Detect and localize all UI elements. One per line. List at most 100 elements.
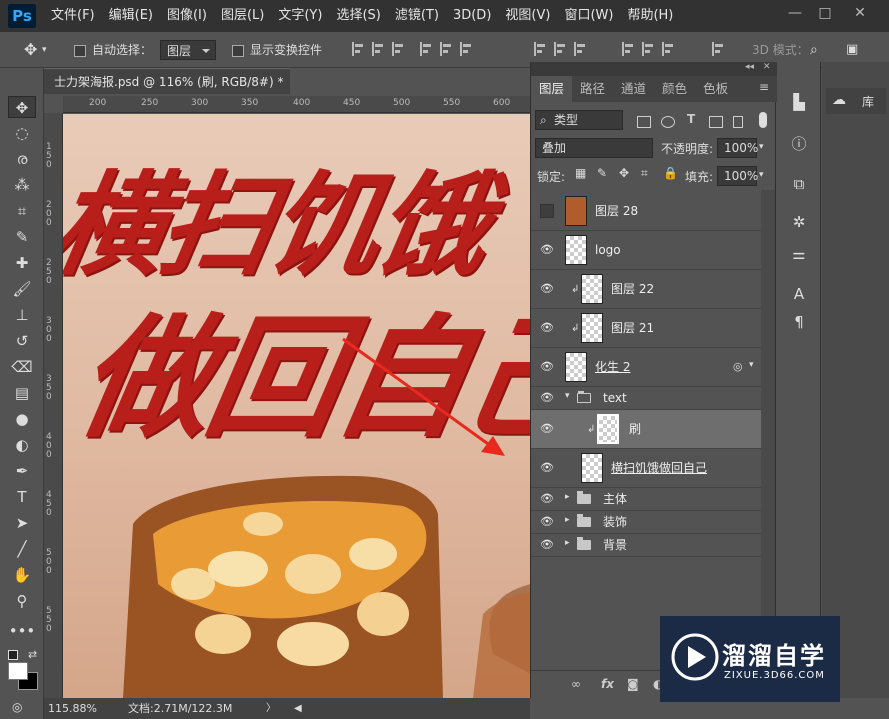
move-tool-icon[interactable]: ✥ (8, 96, 36, 118)
lock-pixels-icon[interactable]: ✎ (597, 166, 607, 180)
opacity-input[interactable]: 100% (717, 138, 758, 158)
default-colors-icon[interactable] (8, 650, 18, 660)
document-tab[interactable]: 士力架海报.psd @ 116% (刷, RGB/8#) * × (44, 68, 290, 115)
libraries-button[interactable]: ☁ 库 (826, 88, 886, 114)
zoom-level[interactable]: 115.88% (48, 698, 97, 719)
scroll-left-icon[interactable]: ◀ (294, 698, 302, 719)
expand-group-icon[interactable]: ▸ (565, 492, 570, 502)
tab-paths[interactable]: 路径 (572, 76, 613, 102)
maximize-button[interactable]: □ (810, 0, 840, 28)
workspace-icon[interactable]: ▣ (846, 40, 858, 60)
auto-align-icon[interactable] (712, 42, 724, 56)
align-bottom-icon[interactable] (392, 42, 404, 56)
lock-artboard-icon[interactable]: ⌗ (641, 166, 648, 181)
eye-icon[interactable]: 👁 (540, 391, 554, 405)
menu-image[interactable]: 图像(I) (160, 0, 214, 32)
layer-filter-dropdown[interactable]: ⌕ 类型 (535, 110, 623, 130)
add-mask-icon[interactable]: ◙ (627, 677, 639, 691)
paragraph-icon[interactable]: ¶ (789, 312, 809, 332)
panel-menu-icon[interactable]: ≡ (759, 80, 769, 94)
tab-color[interactable]: 颜色 (654, 76, 695, 102)
healing-tool-icon[interactable]: ✚ (8, 252, 36, 274)
menu-file[interactable]: 文件(F) (44, 0, 102, 32)
lock-all-icon[interactable]: 🔒 (663, 166, 678, 180)
align-vcenter-icon[interactable] (372, 42, 384, 56)
quick-mask-icon[interactable]: ◎ (12, 700, 22, 714)
eye-icon[interactable]: 👁 (540, 243, 554, 257)
collapse-group-icon[interactable]: ▾ (565, 391, 570, 401)
close-window-button[interactable]: ✕ (845, 0, 875, 28)
align-right-icon[interactable] (460, 42, 472, 56)
lock-position-icon[interactable]: ✥ (619, 166, 629, 180)
filter-shape-icon[interactable] (709, 116, 723, 128)
brushes-icon[interactable]: ✲ (789, 212, 809, 232)
layer-row-selected[interactable]: 👁 ↲ 刷 (531, 410, 761, 449)
crop-tool-icon[interactable]: ⌗ (8, 200, 36, 222)
align-top-icon[interactable] (352, 42, 364, 56)
zoom-tool-icon[interactable]: ⚲ (8, 590, 36, 612)
menu-view[interactable]: 视图(V) (498, 0, 557, 32)
eye-icon[interactable]: 👁 (540, 461, 554, 475)
layer-group-row[interactable]: 👁 ▸ 主体 (531, 488, 761, 511)
minimize-button[interactable]: — (780, 0, 810, 28)
adjustments-icon[interactable]: ⚌ (789, 244, 809, 264)
auto-select-dropdown[interactable]: 图层 (160, 40, 216, 60)
foreground-color-swatch[interactable] (8, 662, 28, 680)
filter-adjustment-icon[interactable] (661, 116, 675, 128)
eye-icon[interactable]: 👁 (540, 360, 554, 374)
pen-tool-icon[interactable]: ✒ (8, 460, 36, 482)
swap-colors-icon[interactable]: ⇄ (28, 648, 37, 661)
type-tool-icon[interactable]: T (8, 486, 36, 508)
history-icon[interactable]: ▙ (789, 92, 809, 112)
brush-presets-icon[interactable]: ⧉ (789, 174, 809, 194)
eyedropper-tool-icon[interactable]: ✎ (8, 226, 36, 248)
eye-icon[interactable]: 👁 (540, 492, 554, 506)
collapse-panel-icon[interactable]: ◂◂ (745, 62, 754, 72)
hand-tool-icon[interactable]: ✋ (8, 564, 36, 586)
tool-preset-chevron-icon[interactable]: ▾ (42, 40, 47, 60)
character-icon[interactable]: A (789, 284, 809, 304)
menu-filter[interactable]: 滤镜(T) (388, 0, 446, 32)
eraser-tool-icon[interactable]: ⌫ (8, 356, 36, 378)
distribute-right-icon[interactable] (662, 42, 674, 56)
filter-toggle-icon[interactable] (759, 112, 767, 128)
line-tool-icon[interactable]: ╱ (8, 538, 36, 560)
menu-layer[interactable]: 图层(L) (214, 0, 271, 32)
dodge-tool-icon[interactable]: ◐ (8, 434, 36, 456)
show-transform-option[interactable]: 显示变换控件 (232, 40, 322, 60)
layer-group-row[interactable]: 👁 ▾ text (531, 387, 761, 410)
fill-chevron-icon[interactable]: ▾ (759, 170, 764, 180)
menu-type[interactable]: 文字(Y) (271, 0, 329, 32)
lasso-tool-icon[interactable]: ര (8, 148, 36, 170)
link-layers-icon[interactable]: ∞ (571, 677, 581, 691)
document-canvas[interactable]: 横扫饥饿 做回自己 (63, 114, 530, 698)
search-icon[interactable]: ⌕ (810, 40, 818, 60)
tab-swatches[interactable]: 色板 (695, 76, 736, 102)
history-brush-tool-icon[interactable]: ↺ (8, 330, 36, 352)
layer-row[interactable]: 👁 横扫饥饿做回自己 (531, 449, 761, 488)
distribute-top-icon[interactable] (534, 42, 546, 56)
expand-group-icon[interactable]: ▸ (565, 538, 570, 548)
auto-select-checkbox[interactable] (74, 44, 86, 57)
more-tools-icon[interactable]: ••• (8, 620, 36, 642)
lock-transparent-icon[interactable]: ▦ (575, 166, 586, 180)
blur-tool-icon[interactable]: ● (8, 408, 36, 430)
filter-pixel-icon[interactable] (637, 116, 651, 128)
brush-tool-icon[interactable]: 🖌 (8, 278, 36, 300)
eye-icon[interactable]: 👁 (540, 321, 554, 335)
gradient-tool-icon[interactable]: ▤ (8, 382, 36, 404)
distribute-bottom-icon[interactable] (574, 42, 586, 56)
stamp-tool-icon[interactable]: ⊥ (8, 304, 36, 326)
close-panel-icon[interactable]: ✕ (763, 62, 771, 72)
menu-3d[interactable]: 3D(D) (446, 0, 498, 32)
align-left-icon[interactable] (420, 42, 432, 56)
layer-row[interactable]: 👁 化生 2 ◎ ▾ (531, 348, 761, 387)
show-transform-checkbox[interactable] (232, 44, 244, 57)
fill-input[interactable]: 100% (717, 166, 758, 186)
layers-scrollbar[interactable] (761, 190, 775, 670)
smart-filter-icon[interactable]: ◎ (733, 360, 743, 373)
info-icon[interactable]: ⓘ (789, 134, 809, 154)
menu-window[interactable]: 窗口(W) (557, 0, 620, 32)
eye-icon[interactable]: 👁 (540, 538, 554, 552)
layer-row[interactable]: 图层 28 (531, 192, 761, 231)
